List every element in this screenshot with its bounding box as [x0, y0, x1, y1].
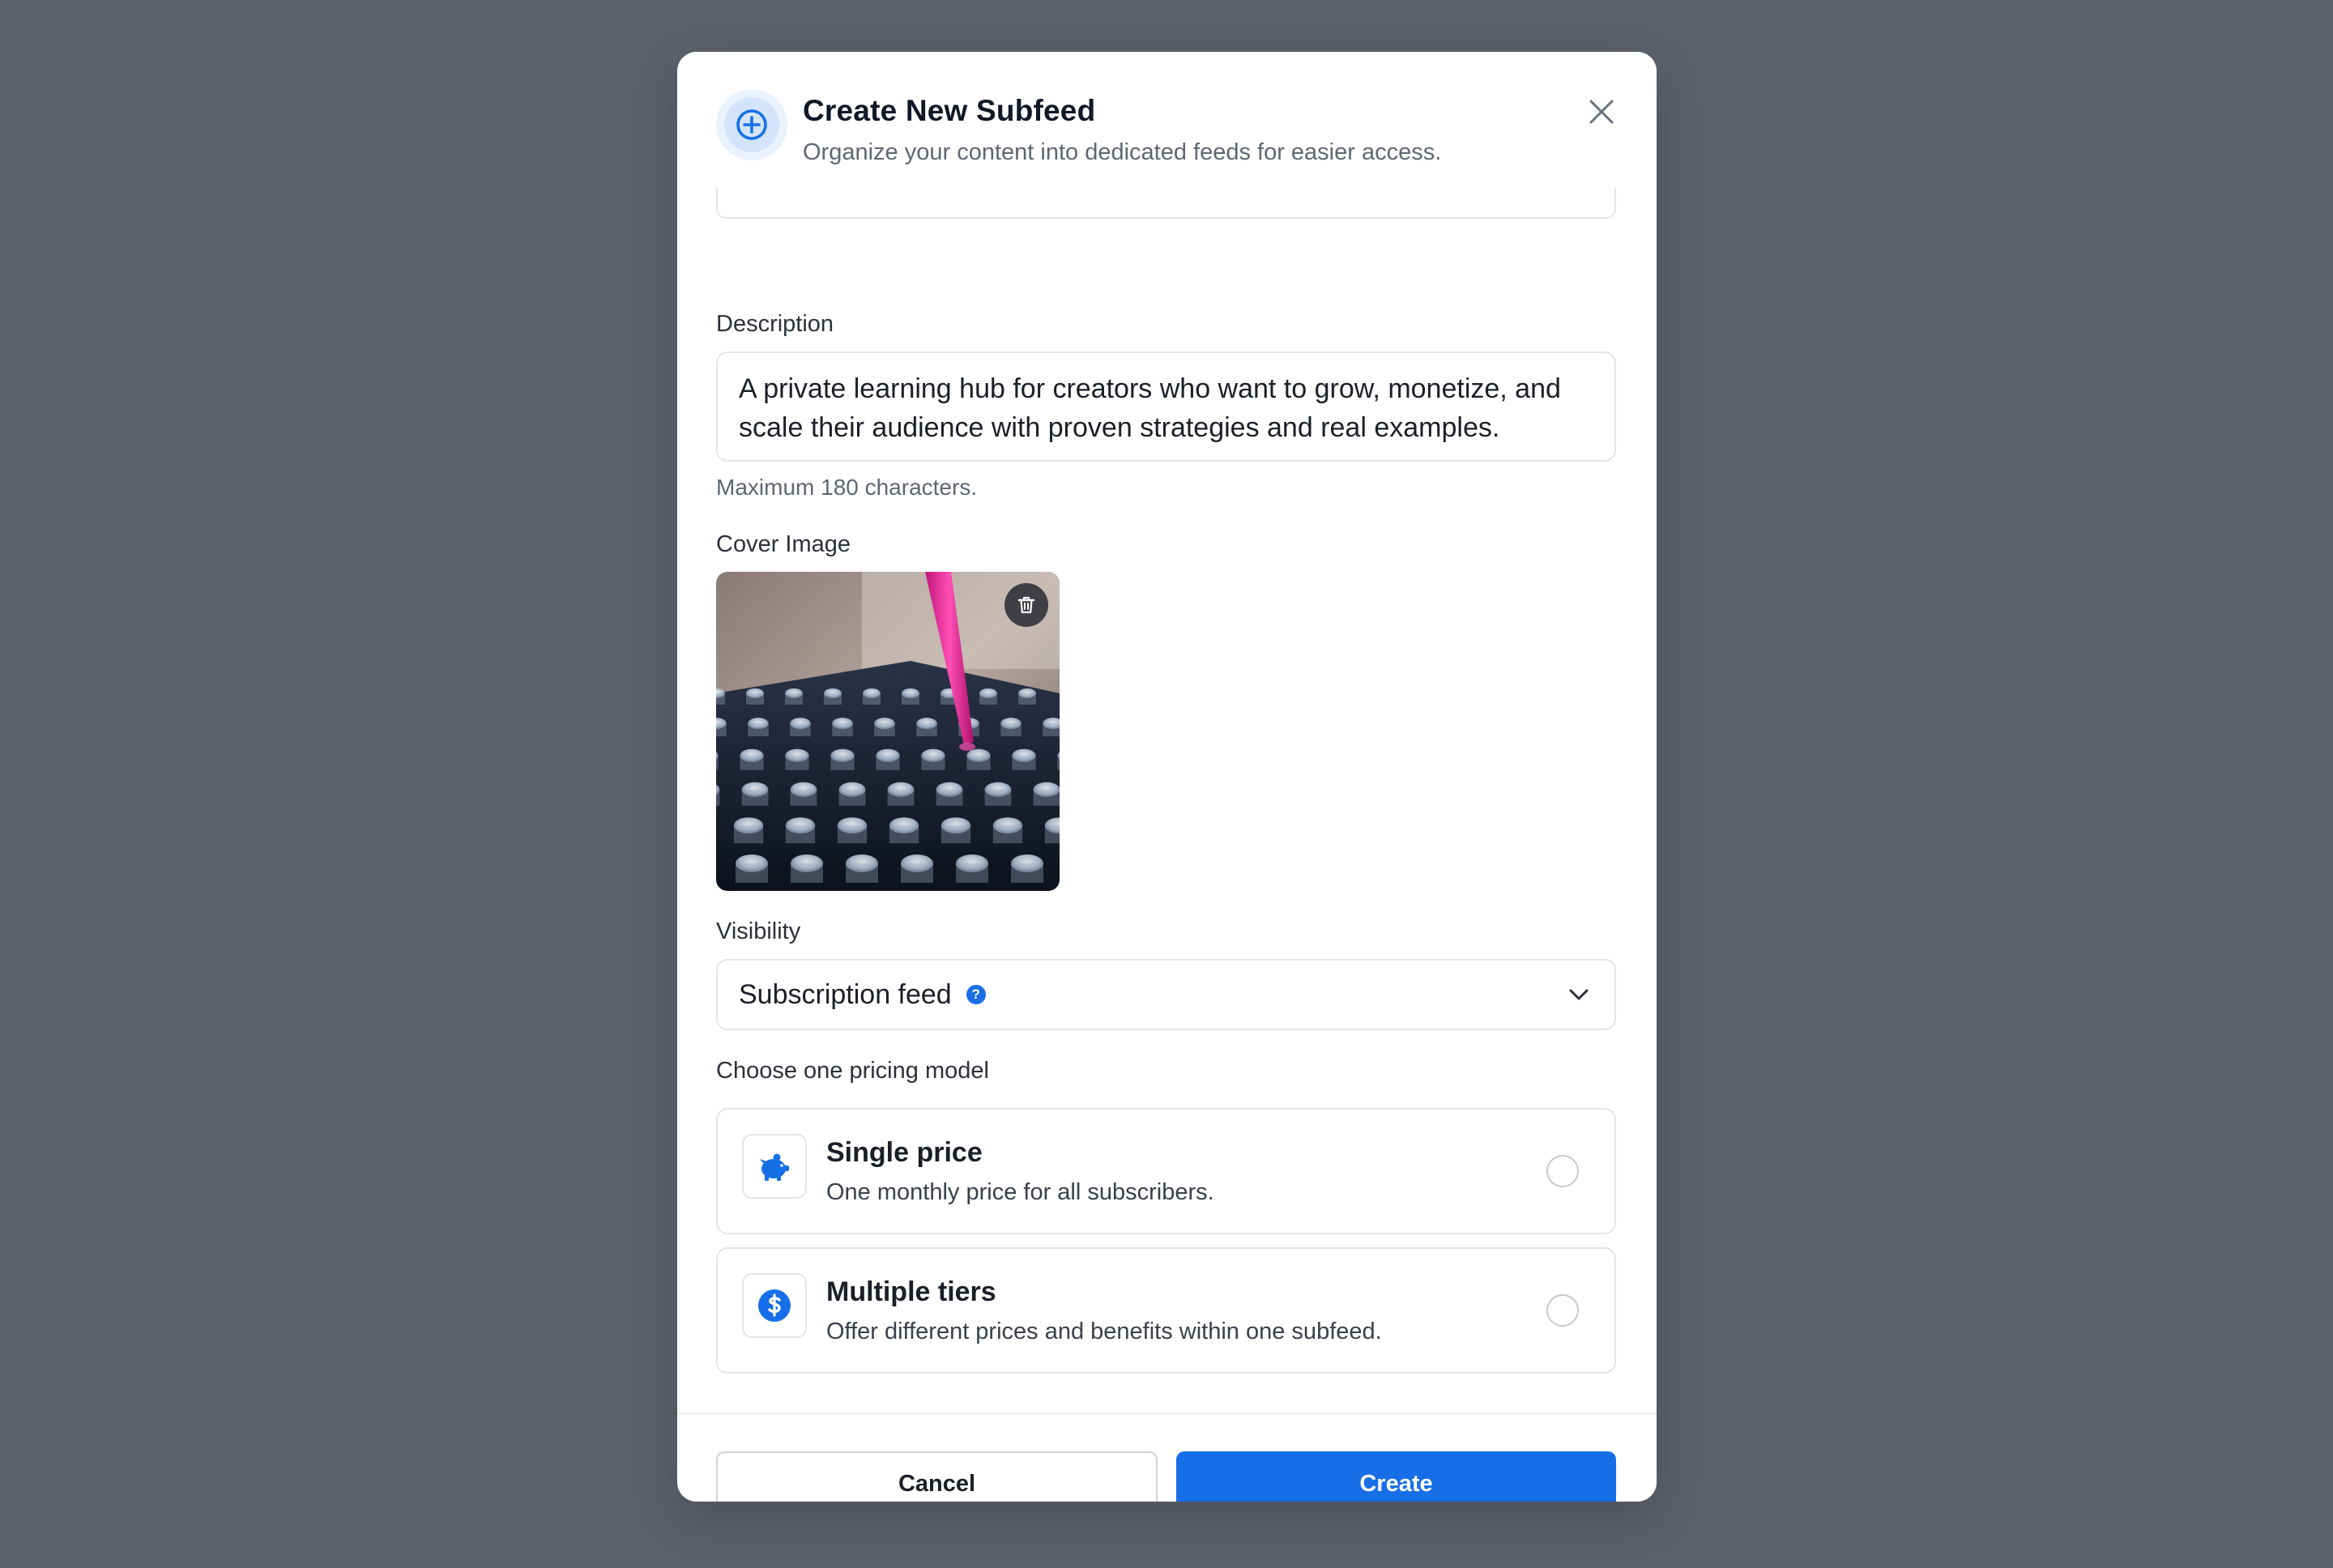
dialog-subtitle: Organize your content into dedicated fee…	[803, 139, 1442, 165]
multiple-tiers-title: Multiple tiers	[826, 1276, 996, 1307]
create-button[interactable]: Create	[1176, 1451, 1616, 1502]
pricing-option-single-price[interactable]: Single price One monthly price for all s…	[716, 1108, 1616, 1234]
visibility-label: Visibility	[716, 918, 801, 944]
close-icon	[1589, 100, 1614, 124]
cover-image-photo	[716, 572, 1060, 891]
description-label: Description	[716, 311, 834, 337]
piggy-bank-icon	[742, 1134, 807, 1199]
dialog-body[interactable]: Description A private learning hub for c…	[677, 188, 1657, 1412]
visibility-selected-value: Subscription feed	[739, 978, 952, 1010]
dialog-header: Create New Subfeed Organize your content…	[677, 52, 1657, 188]
pricing-option-multiple-tiers[interactable]: Multiple tiers Offer different prices an…	[716, 1247, 1616, 1374]
pricing-model-label: Choose one pricing model	[716, 1058, 989, 1084]
name-input[interactable]	[716, 188, 1616, 219]
close-button[interactable]	[1582, 92, 1621, 131]
single-price-description: One monthly price for all subscribers.	[826, 1179, 1214, 1205]
dollar-coin-icon	[742, 1273, 807, 1338]
visibility-select[interactable]: Subscription feed ?	[716, 959, 1616, 1030]
dialog-footer: Cancel Create	[677, 1412, 1657, 1502]
dialog-title: Create New Subfeed	[803, 94, 1096, 127]
description-helper-text: Maximum 180 characters.	[716, 475, 978, 500]
description-textarea[interactable]: A private learning hub for creators who …	[716, 352, 1616, 462]
create-subfeed-dialog: Create New Subfeed Organize your content…	[677, 52, 1657, 1502]
chevron-down-icon	[1569, 989, 1589, 1000]
multiple-tiers-radio[interactable]	[1546, 1294, 1579, 1327]
help-icon[interactable]: ?	[966, 985, 986, 1004]
trash-icon	[1017, 596, 1035, 614]
cancel-button[interactable]: Cancel	[716, 1451, 1158, 1502]
multiple-tiers-description: Offer different prices and benefits with…	[826, 1319, 1382, 1344]
plus-circle-icon	[716, 89, 787, 160]
single-price-radio[interactable]	[1546, 1155, 1579, 1187]
single-price-title: Single price	[826, 1137, 983, 1168]
cover-image-label: Cover Image	[716, 531, 851, 557]
remove-image-button[interactable]	[1004, 583, 1048, 627]
cover-image	[716, 572, 1060, 891]
